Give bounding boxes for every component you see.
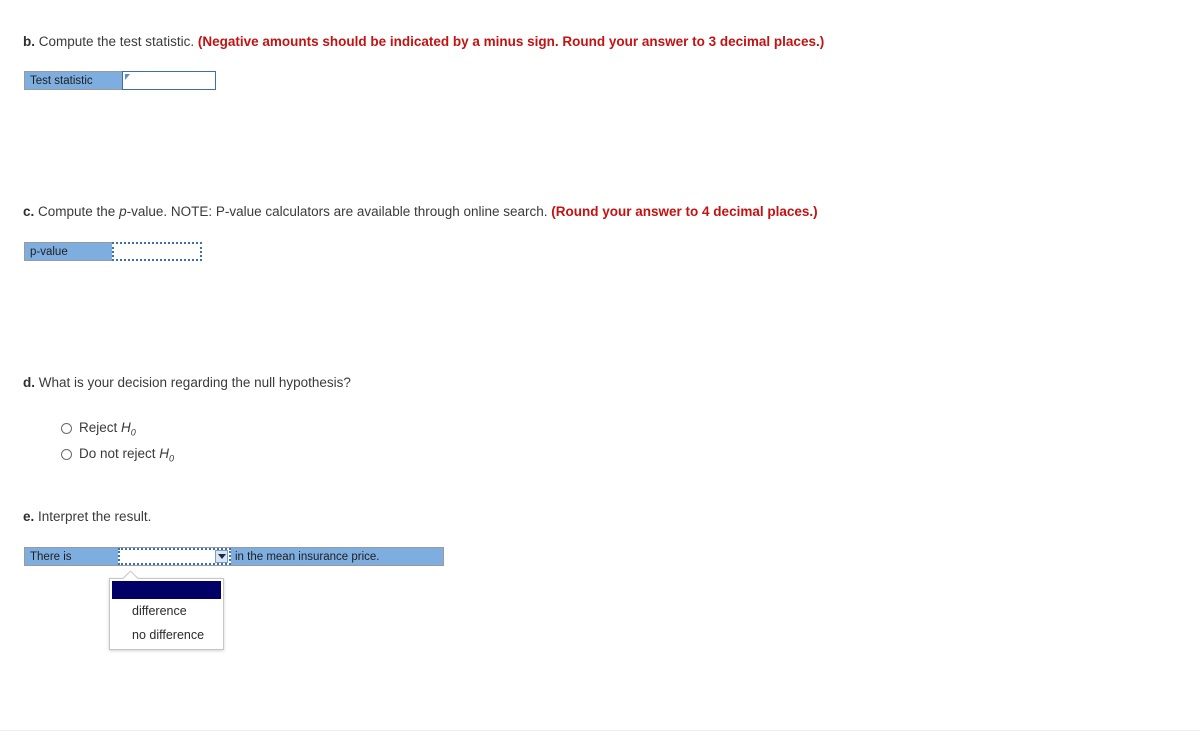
- question-b-text: Compute the test statistic.: [35, 34, 198, 49]
- test-statistic-field-group: Test statistic: [24, 71, 216, 90]
- question-e-text: Interpret the result.: [34, 509, 152, 524]
- p-value-label-rest: -value: [36, 245, 68, 258]
- radio-button-icon[interactable]: [61, 449, 72, 461]
- radio-label-reject-h0: Reject H0: [79, 420, 136, 438]
- p-value-field-group: p -value: [24, 242, 202, 261]
- question-c-text-part1: Compute the: [34, 204, 120, 219]
- question-b-emphasis: (Negative amounts should be indicated by…: [197, 34, 825, 49]
- radio-button-icon[interactable]: [61, 423, 72, 435]
- radio-option-reject-h0[interactable]: Reject H0: [61, 420, 136, 438]
- interpret-dropdown-popup: difference no difference: [109, 578, 224, 650]
- test-statistic-input[interactable]: [122, 71, 216, 90]
- question-c-emphasis: (Round your answer to 4 decimal places.): [551, 204, 818, 219]
- question-e-letter: e.: [23, 509, 35, 524]
- radio-donotreject-subscript: 0: [169, 453, 175, 464]
- radio-label-do-not-reject-h0: Do not reject H0: [79, 446, 174, 464]
- chevron-down-icon[interactable]: [215, 550, 228, 563]
- question-b-letter: b.: [23, 34, 35, 49]
- radio-reject-prefix: Reject: [79, 420, 122, 435]
- interpret-dropdown-select[interactable]: [118, 548, 231, 565]
- interpret-tail-text: in the mean insurance price.: [235, 550, 380, 563]
- interpret-lead-text: There is: [30, 550, 72, 563]
- p-value-input[interactable]: [112, 242, 202, 261]
- radio-reject-subscript: 0: [130, 427, 136, 438]
- radio-donotreject-prefix: Do not reject: [79, 446, 160, 461]
- radio-reject-symbol: H: [121, 420, 131, 435]
- p-value-label: p -value: [24, 242, 112, 261]
- question-c-text-part2: -value. NOTE: P-value calculators are av…: [126, 204, 552, 219]
- radio-donotreject-symbol: H: [159, 446, 170, 461]
- dropdown-option-difference[interactable]: difference: [110, 599, 223, 623]
- question-page: b. Compute the test statistic. (Negative…: [0, 0, 1200, 743]
- text-cursor-icon: [125, 74, 130, 80]
- question-d-prompt: d. What is your decision regarding the n…: [23, 374, 351, 391]
- radio-option-do-not-reject-h0[interactable]: Do not reject H0: [61, 446, 174, 464]
- question-e-prompt: e. Interpret the result.: [23, 508, 151, 525]
- question-c-pvalue-italic: p: [119, 204, 127, 219]
- interpret-statement-bar: There is in the mean insurance price.: [24, 547, 444, 566]
- dropdown-callout-notch: [123, 571, 139, 579]
- question-c-letter: c.: [23, 204, 35, 219]
- question-b-prompt: b. Compute the test statistic. (Negative…: [23, 33, 824, 50]
- question-d-letter: d.: [23, 375, 35, 390]
- test-statistic-label: Test statistic: [24, 71, 122, 90]
- question-d-text: What is your decision regarding the null…: [35, 375, 351, 390]
- page-bottom-divider: [0, 730, 1200, 731]
- dropdown-option-blank[interactable]: [112, 581, 221, 599]
- dropdown-option-no-difference[interactable]: no difference: [110, 623, 223, 647]
- question-c-prompt: c. Compute the p-value. NOTE: P-value ca…: [23, 203, 818, 220]
